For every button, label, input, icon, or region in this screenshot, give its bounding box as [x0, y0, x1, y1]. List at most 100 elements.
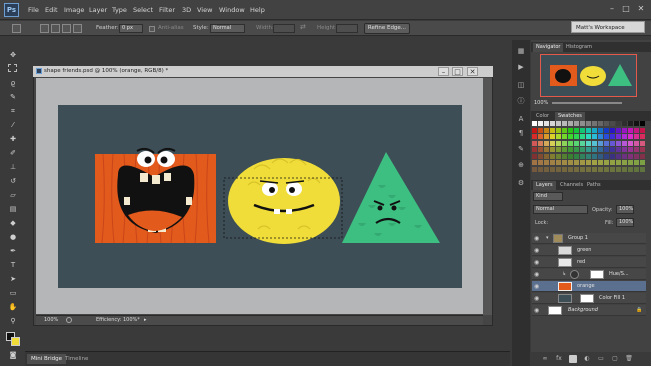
refine-edge-button[interactable]: Refine Edge... — [364, 23, 410, 34]
eraser-icon[interactable]: ▱ — [7, 190, 19, 200]
menu-layer[interactable]: Layer — [89, 6, 107, 14]
layer-row[interactable]: ◉ Background 🔒 — [532, 305, 646, 316]
swatch[interactable] — [592, 134, 597, 139]
swatch[interactable] — [640, 153, 645, 159]
swatch[interactable] — [610, 153, 615, 159]
gradient-tool-icon[interactable]: ▤ — [7, 204, 19, 214]
swatch[interactable] — [580, 140, 585, 146]
swatch[interactable] — [586, 160, 591, 165]
tab-navigator[interactable]: Navigator — [533, 43, 564, 52]
group-expand-icon[interactable]: ▾ — [546, 235, 549, 241]
swatch[interactable] — [598, 127, 603, 133]
swatch[interactable] — [550, 153, 555, 159]
swatch[interactable] — [622, 153, 627, 159]
swatch[interactable] — [580, 134, 585, 139]
quick-select-icon[interactable]: ✎ — [7, 92, 19, 102]
visibility-eye-icon[interactable]: ◉ — [534, 247, 539, 254]
swatch[interactable] — [550, 121, 555, 126]
swatch[interactable] — [598, 147, 603, 152]
layer-row[interactable]: ◉ green — [532, 245, 646, 256]
swatch[interactable] — [562, 140, 567, 146]
swatch[interactable] — [604, 140, 609, 146]
vertical-scrollbar[interactable] — [483, 78, 492, 315]
swatches-grid[interactable] — [532, 121, 646, 175]
swatch[interactable] — [538, 147, 543, 152]
layer-row[interactable]: ◉ ▾ Group 1 — [532, 233, 646, 244]
hand-tool-icon[interactable]: ✋ — [7, 302, 19, 312]
swatch[interactable] — [556, 160, 561, 165]
menu-edit[interactable]: Edit — [45, 6, 58, 14]
swatch[interactable] — [574, 160, 579, 165]
brush-tool-icon[interactable]: ✐ — [7, 148, 19, 158]
swatch[interactable] — [604, 121, 609, 126]
swatch[interactable] — [592, 153, 597, 159]
swatch[interactable] — [532, 147, 537, 152]
swatch[interactable] — [634, 140, 639, 146]
blur-tool-icon[interactable]: ◆ — [7, 218, 19, 228]
swatch[interactable] — [628, 134, 633, 139]
swatch[interactable] — [628, 166, 633, 172]
swatch[interactable] — [538, 121, 543, 126]
tab-timeline[interactable]: Timeline — [61, 354, 92, 364]
swatch[interactable] — [610, 166, 615, 172]
swatch[interactable] — [598, 140, 603, 146]
swatch[interactable] — [616, 127, 621, 133]
blend-mode-select[interactable]: Normal — [533, 205, 588, 214]
dodge-tool-icon[interactable]: ● — [7, 232, 19, 242]
type-tool-icon[interactable]: T — [7, 260, 19, 270]
crop-tool-icon[interactable]: ⌗ — [7, 106, 19, 116]
swatch[interactable] — [628, 147, 633, 152]
width-input[interactable] — [273, 24, 295, 33]
swatch[interactable] — [580, 127, 585, 133]
swatch[interactable] — [532, 134, 537, 139]
swatch[interactable] — [610, 160, 615, 165]
swap-icon[interactable]: ⇄ — [300, 23, 306, 31]
opacity-input[interactable]: 100% — [616, 205, 634, 214]
swatch[interactable] — [586, 147, 591, 152]
swatch[interactable] — [544, 166, 549, 172]
swatch[interactable] — [538, 127, 543, 133]
trash-icon[interactable]: 🗑 — [625, 355, 633, 363]
swatch[interactable] — [640, 127, 645, 133]
swatch[interactable] — [556, 147, 561, 152]
swatch[interactable] — [628, 153, 633, 159]
swatch[interactable] — [550, 140, 555, 146]
layer-row[interactable]: ◉ red — [532, 257, 646, 268]
swatch[interactable] — [532, 127, 537, 133]
new-group-icon[interactable]: ▭ — [597, 355, 605, 363]
menu-file[interactable]: File — [28, 6, 39, 14]
tab-swatches[interactable]: Swatches — [555, 112, 585, 121]
swatch[interactable] — [574, 140, 579, 146]
swatch[interactable] — [550, 127, 555, 133]
swatch[interactable] — [640, 160, 645, 165]
swatch[interactable] — [628, 121, 633, 126]
swatch[interactable] — [634, 153, 639, 159]
yellow-monster[interactable] — [223, 158, 343, 244]
swatch[interactable] — [562, 160, 567, 165]
layer-row[interactable]: ◉ orange — [532, 281, 646, 292]
swatch[interactable] — [556, 127, 561, 133]
swatch[interactable] — [592, 140, 597, 146]
swatch[interactable] — [586, 134, 591, 139]
swatch[interactable] — [604, 147, 609, 152]
zoom-tool-icon[interactable]: ⚲ — [7, 316, 19, 326]
visibility-eye-icon[interactable]: ◉ — [534, 295, 539, 302]
history-icon[interactable]: ▦ — [516, 46, 526, 56]
menu-window[interactable]: Window — [219, 6, 245, 14]
swatch[interactable] — [622, 140, 627, 146]
swatch[interactable] — [592, 160, 597, 165]
menu-3d[interactable]: 3D — [182, 6, 191, 14]
subtract-selection-icon[interactable] — [62, 24, 71, 33]
swatch[interactable] — [640, 134, 645, 139]
navigator-zoom-slider[interactable] — [552, 102, 622, 104]
swatch[interactable] — [568, 140, 573, 146]
swatch[interactable] — [568, 134, 573, 139]
swatch[interactable] — [574, 166, 579, 172]
close-icon[interactable]: ✕ — [635, 4, 647, 15]
swatch[interactable] — [574, 121, 579, 126]
visibility-eye-icon[interactable]: ◉ — [534, 307, 539, 314]
swatch[interactable] — [562, 121, 567, 126]
navigator-preview[interactable] — [540, 54, 637, 97]
shape-tool-icon[interactable]: ▭ — [7, 288, 19, 298]
swatch[interactable] — [592, 166, 597, 172]
